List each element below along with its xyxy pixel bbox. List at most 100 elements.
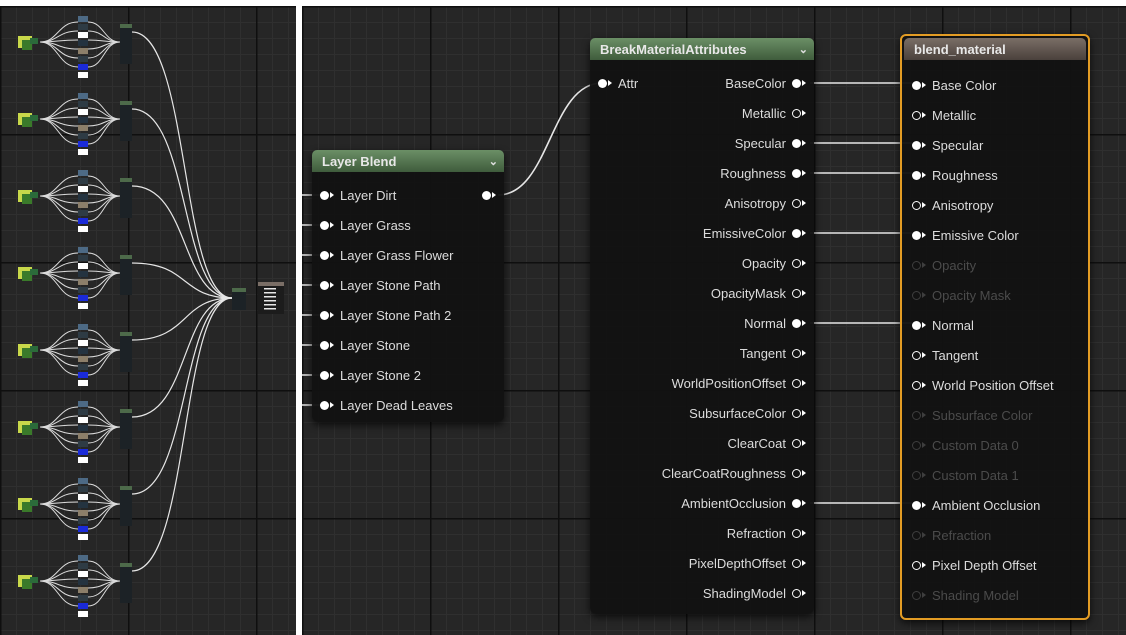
pin-icon[interactable] xyxy=(912,560,921,570)
pin-icon[interactable] xyxy=(792,288,801,298)
pin-icon[interactable] xyxy=(912,500,921,510)
pin-icon[interactable] xyxy=(912,170,921,180)
pin-icon[interactable] xyxy=(792,558,801,568)
material-input-pin[interactable]: Specular xyxy=(912,130,983,160)
texture-thumbnail xyxy=(30,577,38,583)
overview-wire xyxy=(87,41,121,59)
layer-input-pin[interactable]: Layer Grass Flower xyxy=(320,240,453,270)
pin-icon[interactable] xyxy=(320,370,329,380)
material-input-pin[interactable]: Pixel Depth Offset xyxy=(912,550,1037,580)
attribute-output-pin[interactable]: Anisotropy xyxy=(725,188,806,218)
attribute-output-pin[interactable]: AmbientOcclusion xyxy=(681,488,806,518)
layer-input-pin[interactable]: Layer Stone 2 xyxy=(320,360,421,390)
attribute-output-pin[interactable]: WorldPositionOffset xyxy=(672,368,806,398)
attribute-output-pin[interactable]: Normal xyxy=(744,308,806,338)
break-material-attributes-header[interactable]: BreakMaterialAttributes ⌄ xyxy=(590,38,814,60)
material-input-pin[interactable]: Anisotropy xyxy=(912,190,993,220)
pin-icon[interactable] xyxy=(792,588,801,598)
pin-icon[interactable] xyxy=(792,198,801,208)
attribute-output-pin[interactable]: EmissiveColor xyxy=(703,218,806,248)
pin-label: Subsurface Color xyxy=(932,407,1033,423)
layer-blend-header[interactable]: Layer Blend ⌄ xyxy=(312,150,504,172)
attribute-output-pin[interactable]: SubsurfaceColor xyxy=(689,398,806,428)
attribute-output-pin[interactable]: PixelDepthOffset xyxy=(689,548,806,578)
input-pin-icon[interactable] xyxy=(598,78,607,88)
mini-function-node xyxy=(120,178,132,218)
layer-blend-output-pin[interactable] xyxy=(476,180,496,210)
attribute-output-pin[interactable]: Specular xyxy=(735,128,806,158)
pin-icon[interactable] xyxy=(320,190,329,200)
output-pin-icon[interactable] xyxy=(482,190,491,200)
pin-icon[interactable] xyxy=(792,378,801,388)
material-input-pin[interactable]: Emissive Color xyxy=(912,220,1019,250)
pin-icon[interactable] xyxy=(792,528,801,538)
material-input-pin[interactable]: Base Color xyxy=(912,70,996,100)
material-input-pin[interactable]: Roughness xyxy=(912,160,998,190)
layer-input-pin[interactable]: Layer Grass xyxy=(320,210,411,240)
layer-input-pin[interactable]: Layer Dead Leaves xyxy=(320,390,453,420)
pin-icon[interactable] xyxy=(912,80,921,90)
pin-icon[interactable] xyxy=(912,110,921,120)
mini-node xyxy=(78,595,88,601)
pin-icon[interactable] xyxy=(912,380,921,390)
pin-icon[interactable] xyxy=(320,220,329,230)
pin-icon[interactable] xyxy=(792,348,801,358)
attribute-output-pin[interactable]: Metallic xyxy=(742,98,806,128)
attribute-output-pin[interactable]: Opacity xyxy=(742,248,806,278)
mini-node xyxy=(78,16,88,22)
attribute-output-pin[interactable]: ShadingModel xyxy=(703,578,806,608)
material-input-pin[interactable]: Ambient Occlusion xyxy=(912,490,1040,520)
graph-overview-panel[interactable] xyxy=(0,6,296,635)
attribute-output-pin[interactable]: ClearCoat xyxy=(727,428,806,458)
pin-icon[interactable] xyxy=(320,400,329,410)
pin-icon[interactable] xyxy=(792,228,801,238)
blend-material-node[interactable]: blend_material Base Color Metallic Specula… xyxy=(900,34,1090,620)
material-input-pin[interactable]: Metallic xyxy=(912,100,976,130)
attribute-output-pin[interactable]: Refraction xyxy=(727,518,806,548)
mini-node xyxy=(78,247,88,253)
pin-icon[interactable] xyxy=(792,468,801,478)
pin-icon[interactable] xyxy=(792,258,801,268)
pin-icon[interactable] xyxy=(912,140,921,150)
layer-input-pin[interactable]: Layer Stone xyxy=(320,330,410,360)
chevron-down-icon[interactable]: ⌄ xyxy=(489,155,498,168)
material-input-pin[interactable]: Tangent xyxy=(912,340,978,370)
pin-icon[interactable] xyxy=(792,438,801,448)
layer-blend-node[interactable]: Layer Blend ⌄ Layer Dirt Layer Grass Layer… xyxy=(312,150,504,422)
mini-node xyxy=(78,263,88,269)
pin-icon[interactable] xyxy=(792,168,801,178)
pin-icon[interactable] xyxy=(320,340,329,350)
pin-icon[interactable] xyxy=(792,408,801,418)
pin-icon[interactable] xyxy=(320,310,329,320)
pin-icon[interactable] xyxy=(792,498,801,508)
blend-material-header[interactable]: blend_material xyxy=(904,38,1086,60)
pin-icon[interactable] xyxy=(792,138,801,148)
mini-node xyxy=(78,433,88,439)
layer-input-pin[interactable]: Layer Stone Path 2 xyxy=(320,300,451,330)
material-input-pin[interactable]: Normal xyxy=(912,310,974,340)
pin-label: SubsurfaceColor xyxy=(689,405,786,421)
material-graph-canvas[interactable]: Layer Blend ⌄ Layer Dirt Layer Grass Layer… xyxy=(302,6,1126,635)
pin-icon[interactable] xyxy=(792,78,801,88)
attr-input-pin[interactable]: Attr xyxy=(598,68,638,98)
pin-icon[interactable] xyxy=(792,108,801,118)
layer-input-pin[interactable]: Layer Dirt xyxy=(320,180,396,210)
attribute-output-pin[interactable]: ClearCoatRoughness xyxy=(662,458,806,488)
pin-icon[interactable] xyxy=(912,230,921,240)
chevron-down-icon[interactable]: ⌄ xyxy=(799,43,808,56)
pin-icon[interactable] xyxy=(320,250,329,260)
pin-icon[interactable] xyxy=(320,280,329,290)
pin-icon[interactable] xyxy=(792,318,801,328)
material-input-pin[interactable]: World Position Offset xyxy=(912,370,1054,400)
mini-node xyxy=(78,287,88,293)
attribute-output-pin[interactable]: BaseColor xyxy=(725,68,806,98)
layer-input-pin[interactable]: Layer Stone Path xyxy=(320,270,440,300)
pin-label: Layer Stone Path xyxy=(340,277,441,293)
attribute-output-pin[interactable]: OpacityMask xyxy=(711,278,806,308)
pin-icon[interactable] xyxy=(912,320,921,330)
attribute-output-pin[interactable]: Roughness xyxy=(720,158,806,188)
break-material-attributes-node[interactable]: BreakMaterialAttributes ⌄ Attr BaseColor… xyxy=(590,38,814,614)
pin-icon[interactable] xyxy=(912,200,921,210)
attribute-output-pin[interactable]: Tangent xyxy=(740,338,806,368)
pin-icon[interactable] xyxy=(912,350,921,360)
